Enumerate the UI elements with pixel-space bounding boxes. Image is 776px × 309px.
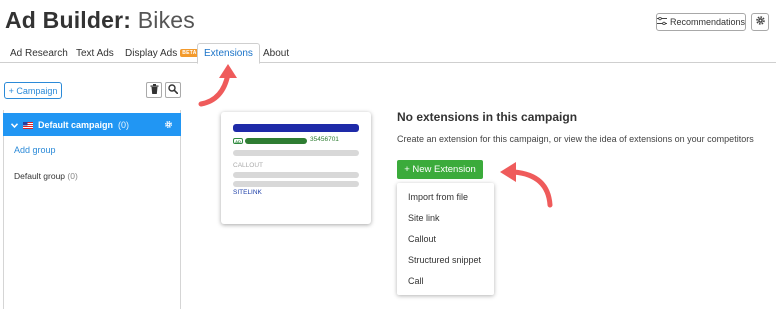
tab-label: About (263, 47, 290, 59)
new-extension-button[interactable]: + New Extension (397, 160, 483, 179)
settings-button[interactable] (751, 13, 769, 31)
empty-state-description: Create an extension for this campaign, o… (397, 134, 754, 144)
tab-bar-divider (0, 62, 776, 63)
preview-sitelink-label: SITELINK (233, 189, 262, 196)
beta-badge: BETA (180, 49, 199, 57)
preview-phone: 35456701 (310, 136, 339, 143)
gear-icon (755, 13, 766, 31)
preview-url-bar (245, 138, 307, 144)
search-button[interactable] (165, 82, 181, 98)
campaign-count: (0) (118, 119, 130, 130)
recommendations-button[interactable]: Recommendations (656, 13, 746, 31)
tab-ad-research[interactable]: Ad Research (10, 43, 68, 63)
tab-label: Ad Research (10, 47, 68, 59)
menu-item-import-from-file[interactable]: Import from file (408, 192, 468, 202)
page-title: Ad Builder: Bikes (5, 7, 195, 34)
page-title-main: Ad Builder: (5, 7, 132, 33)
recommendations-label: Recommendations (669, 17, 746, 27)
preview-headline-bar (233, 124, 359, 132)
preview-text-bar (233, 181, 359, 187)
delete-button[interactable] (146, 82, 162, 98)
menu-item-call[interactable]: Call (408, 276, 424, 286)
campaign-row[interactable]: Default campaign (0) (3, 113, 181, 136)
tab-label: Text Ads (76, 47, 114, 59)
campaign-name: Default campaign (38, 119, 114, 130)
preview-text-bar (233, 150, 359, 156)
search-icon (168, 81, 179, 99)
new-extension-label: + New Extension (404, 164, 476, 175)
chevron-down-icon[interactable] (10, 120, 19, 130)
campaign-sidebar (3, 110, 181, 309)
group-name: Default group (14, 171, 66, 181)
list-settings-icon (656, 16, 667, 27)
empty-state-title: No extensions in this campaign (397, 110, 578, 124)
preview-text-bar (233, 172, 359, 178)
curved-arrow-icon (198, 64, 237, 107)
us-flag-icon (23, 121, 33, 129)
preview-callout-label: CALLOUT (233, 162, 263, 169)
trash-icon (150, 81, 159, 99)
add-campaign-button[interactable]: + Campaign (4, 82, 62, 99)
ad-tag: AD (233, 138, 243, 144)
group-row[interactable]: Default group (0) (14, 171, 78, 181)
tab-about[interactable]: About (263, 43, 289, 63)
tab-bar: Ad Research Text Ads Display Ads BETA Ex… (0, 43, 776, 64)
curved-arrow-icon (500, 162, 553, 208)
page: Ad Builder: Bikes Recommendations Ad Res… (0, 0, 776, 309)
menu-item-site-link[interactable]: Site link (408, 213, 440, 223)
extension-preview-card: AD 35456701 CALLOUT SITELINK (221, 112, 371, 224)
group-count: (0) (67, 171, 78, 181)
add-campaign-label: + Campaign (8, 85, 58, 96)
tab-text-ads[interactable]: Text Ads (76, 43, 114, 63)
add-group-link[interactable]: Add group (14, 145, 56, 155)
menu-item-structured-snippet[interactable]: Structured snippet (408, 255, 481, 265)
new-extension-menu: Import from file Site link Callout Struc… (397, 183, 494, 295)
page-title-project: Bikes (137, 7, 195, 33)
tab-display-ads[interactable]: Display Ads BETA (125, 43, 199, 63)
campaign-gear-icon[interactable] (164, 120, 173, 131)
tab-label: Display Ads (125, 47, 178, 59)
menu-item-callout[interactable]: Callout (408, 234, 436, 244)
tab-extensions[interactable]: Extensions (197, 43, 260, 64)
tab-label: Extensions (204, 48, 253, 59)
